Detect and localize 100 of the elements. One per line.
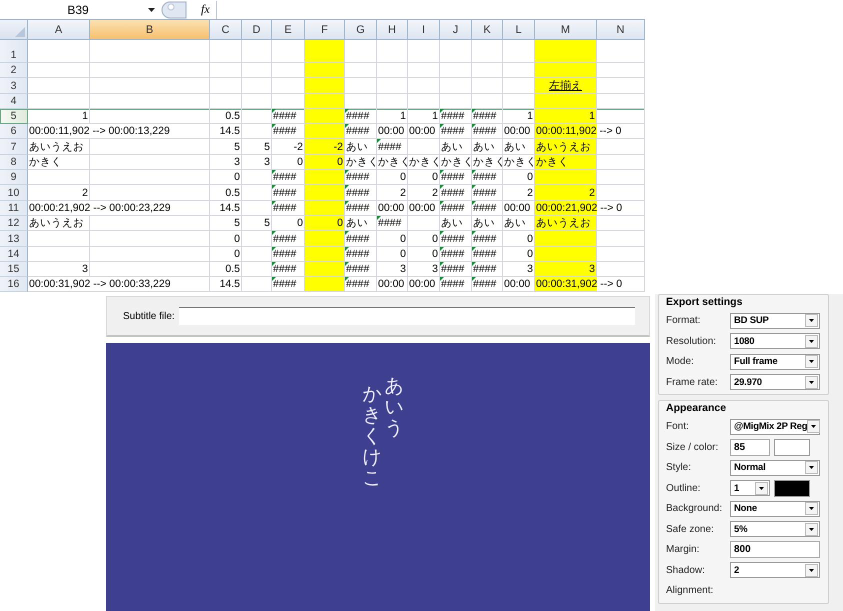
dropdown[interactable]: @MigMix 2P Reg [730,418,820,435]
row-header[interactable]: 16 [0,277,28,292]
row-header[interactable]: 1 [0,40,28,63]
dropdown[interactable]: 29.970 [730,374,820,390]
table-cell: 0.5 [210,185,242,201]
field-label: Alignment: [666,585,714,596]
table-cell: あい [345,216,377,232]
row-header[interactable]: 14 [0,246,28,262]
table-cell: 00:00:31,902 --> 0 [535,277,645,292]
color-swatch[interactable] [774,480,810,497]
table-cell: 14.5 [210,200,242,216]
table-cell: #### [440,170,472,186]
column-header[interactable]: K [472,20,503,40]
table-cell: #### [345,246,377,262]
table-cell: #### [345,108,377,124]
column-header[interactable]: I [408,20,440,40]
column-header[interactable]: A [28,20,90,40]
color-swatch[interactable] [774,438,810,456]
table-cell: -2 [305,139,345,155]
field-label: Font: [666,421,690,432]
text-field[interactable]: 800 [730,541,820,558]
formula-label[interactable]: fx [201,2,210,17]
field-label: Shadow: [666,564,706,576]
table-cell: 5 [210,139,242,155]
table-cell: #### [345,185,377,201]
column-header[interactable]: G [345,20,377,40]
row-header[interactable]: 5 [0,108,28,124]
dropdown[interactable]: 1080 [730,333,820,350]
table-cell: 3 [377,262,408,278]
row-header[interactable]: 15 [0,262,28,278]
dropdown[interactable]: Normal [730,460,820,476]
column-header[interactable]: B [90,20,210,40]
table-cell: あい [440,139,472,155]
table-cell: あい [472,139,503,155]
dropdown[interactable]: None [730,500,820,517]
row-header[interactable]: 4 [0,94,28,109]
table-cell: あい [345,139,377,155]
subtitle-line: あいう [384,376,404,439]
table-cell: 3 [242,154,272,170]
table-cell: あいうえお [28,139,90,155]
column-header[interactable]: C [210,20,242,40]
table-cell: 3 [210,154,242,170]
table-cell: #### [472,185,503,201]
row-header[interactable]: 13 [0,231,28,247]
row-header[interactable]: 3 [0,78,28,94]
table-cell: あい [472,216,503,232]
field-label: Format: [666,315,702,326]
table-cell: #### [440,200,472,216]
table-cell: 1 [28,108,90,124]
table-cell: 00:00 [408,124,440,140]
table-cell: 00:00:11,902 --> 00:00:13,229 [28,124,210,140]
column-header[interactable]: N [597,20,645,40]
table-cell: 3 [28,262,90,278]
text-field[interactable]: 85 [730,438,770,456]
table-cell: 00:00:31,902 --> 00:00:33,229 [28,277,210,292]
dropdown-arrow-icon[interactable] [148,8,155,12]
table-cell: 14.5 [210,124,242,140]
table-cell: #### [345,277,377,292]
field-label: Resolution: [666,336,718,347]
row-header[interactable]: 12 [0,216,28,232]
table-cell: 00:00 [503,124,535,140]
table-cell: かきく [472,154,503,170]
table-cell: 0 [377,231,408,247]
row-header[interactable]: 8 [0,154,28,170]
column-header[interactable]: M [535,20,597,40]
row-header[interactable]: 2 [0,63,28,78]
name-box[interactable]: B39 [0,2,146,16]
dropdown[interactable]: Full frame [730,354,820,370]
dropdown[interactable]: BD SUP [730,312,820,329]
column-header[interactable]: L [503,20,535,40]
table-cell: 0 [210,246,242,262]
dropdown[interactable]: 1 [730,480,770,496]
table-cell: 0 [210,231,242,247]
dropdown[interactable]: 5% [730,521,820,538]
table-cell: #### [345,262,377,278]
table-cell: 00:00 [503,277,535,292]
table-cell: #### [440,262,472,278]
subtitle-file-field[interactable] [178,307,635,325]
row-header[interactable]: 11 [0,200,28,216]
zoom-handle-icon[interactable] [161,0,187,18]
row-header[interactable]: 10 [0,185,28,201]
field-label: Mode: [666,356,695,368]
table-cell: #### [472,277,503,292]
column-header[interactable]: E [272,20,305,40]
column-header[interactable]: D [242,20,272,40]
column-header[interactable]: J [440,20,472,40]
table-cell: 2 [377,185,408,201]
row-header[interactable]: 7 [0,139,28,155]
table-cell: 0 [377,170,408,186]
row-header[interactable]: 9 [0,170,28,186]
table-cell: あいうえお [535,216,597,232]
table-cell: #### [440,124,472,140]
table-cell: あい [440,216,472,232]
table-cell: #### [472,262,503,278]
dropdown[interactable]: 2 [730,562,820,578]
table-cell: かきく [377,154,408,170]
column-header[interactable]: H [377,20,408,40]
table-cell: #### [440,246,472,262]
row-header[interactable]: 6 [0,124,28,140]
column-header[interactable]: F [305,20,345,40]
